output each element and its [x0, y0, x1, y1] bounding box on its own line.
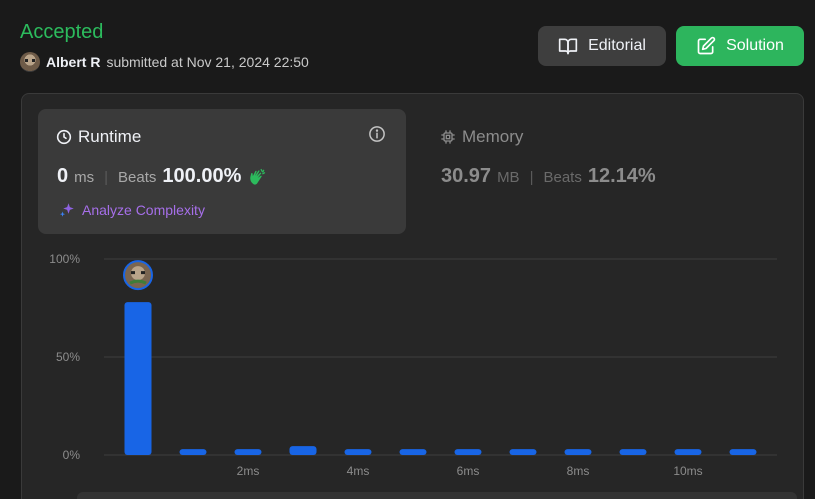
chart-bar[interactable]: [454, 449, 482, 455]
chart-bar[interactable]: [729, 449, 757, 455]
submitted-time-text: submitted at Nov 21, 2024 22:50: [106, 54, 309, 70]
result-panel: Runtime 0 ms | Beats 100.00% Analyze Com…: [21, 93, 804, 499]
bottom-scroll-region: [77, 492, 797, 499]
memory-beats-label: Beats: [543, 169, 582, 186]
runtime-distribution-chart: 100% 50% 0% 2ms 4ms 6ms 8ms 10ms: [22, 234, 805, 499]
runtime-title-label: Runtime: [78, 127, 142, 146]
x-tick-label: 6ms: [457, 464, 480, 478]
analyze-complexity-link[interactable]: Analyze Complexity: [58, 201, 205, 219]
chart-bar[interactable]: [399, 449, 427, 455]
submitter-info: Albert R submitted at Nov 21, 2024 22:50: [20, 52, 309, 72]
metric-divider: |: [104, 169, 109, 186]
user-position-avatar-eye: [131, 271, 135, 275]
runtime-card[interactable]: Runtime 0 ms | Beats 100.00% Analyze Com…: [38, 109, 406, 234]
submitter-name[interactable]: Albert R: [46, 54, 100, 70]
edit-icon: [697, 36, 716, 55]
clock-icon: [56, 129, 72, 145]
memory-card[interactable]: Memory 30.97 MB | Beats 12.14%: [422, 109, 782, 234]
clapping-hands-icon: [250, 168, 266, 185]
runtime-beats-value: 100.00%: [162, 165, 242, 187]
runtime-distribution-svg: 100% 50% 0% 2ms 4ms 6ms 8ms 10ms: [49, 252, 777, 478]
book-open-icon: [558, 38, 578, 55]
submission-status: Accepted: [20, 21, 104, 43]
runtime-value: 0: [57, 165, 69, 187]
chart-bar[interactable]: [509, 449, 537, 455]
solution-label: Solution: [726, 37, 784, 54]
metric-divider: |: [529, 169, 534, 186]
memory-beats-value: 12.14%: [587, 165, 656, 187]
chart-bar[interactable]: [179, 449, 207, 455]
runtime-beats-label: Beats: [118, 169, 157, 186]
info-icon[interactable]: [368, 125, 386, 143]
cpu-chip-icon: [441, 130, 455, 144]
user-avatar[interactable]: [20, 52, 40, 72]
memory-unit: MB: [497, 169, 520, 186]
memory-title: Memory: [440, 127, 523, 147]
x-tick-label: 2ms: [237, 464, 260, 478]
chart-bar[interactable]: [619, 449, 647, 455]
submission-result-page: Accepted Albert R submitted at Nov 21, 2…: [0, 0, 815, 499]
chart-bar[interactable]: [564, 449, 592, 455]
chart-bar[interactable]: [234, 449, 262, 455]
runtime-unit: ms: [74, 169, 95, 186]
runtime-metric-row: 0 ms | Beats 100.00%: [57, 165, 267, 188]
y-tick-label: 50%: [56, 350, 80, 364]
runtime-title: Runtime: [56, 127, 141, 147]
memory-metric-row: 30.97 MB | Beats 12.14%: [441, 165, 656, 188]
y-tick-label: 100%: [49, 252, 80, 266]
editorial-button[interactable]: Editorial: [538, 26, 666, 66]
analyze-complexity-label: Analyze Complexity: [82, 202, 205, 218]
memory-value: 30.97: [441, 165, 492, 187]
editorial-label: Editorial: [588, 37, 646, 54]
x-tick-label: 8ms: [567, 464, 590, 478]
chart-bar[interactable]: [124, 302, 152, 455]
chart-bar[interactable]: [674, 449, 702, 455]
x-tick-label: 10ms: [673, 464, 702, 478]
x-tick-label: 4ms: [347, 464, 370, 478]
chart-bar[interactable]: [344, 449, 372, 455]
solution-button[interactable]: Solution: [676, 26, 804, 66]
y-tick-label: 0%: [63, 448, 81, 462]
chart-bar[interactable]: [289, 446, 317, 455]
sparkle-icon: [59, 203, 74, 217]
user-position-avatar-eye: [141, 271, 145, 275]
memory-title-label: Memory: [462, 127, 524, 146]
